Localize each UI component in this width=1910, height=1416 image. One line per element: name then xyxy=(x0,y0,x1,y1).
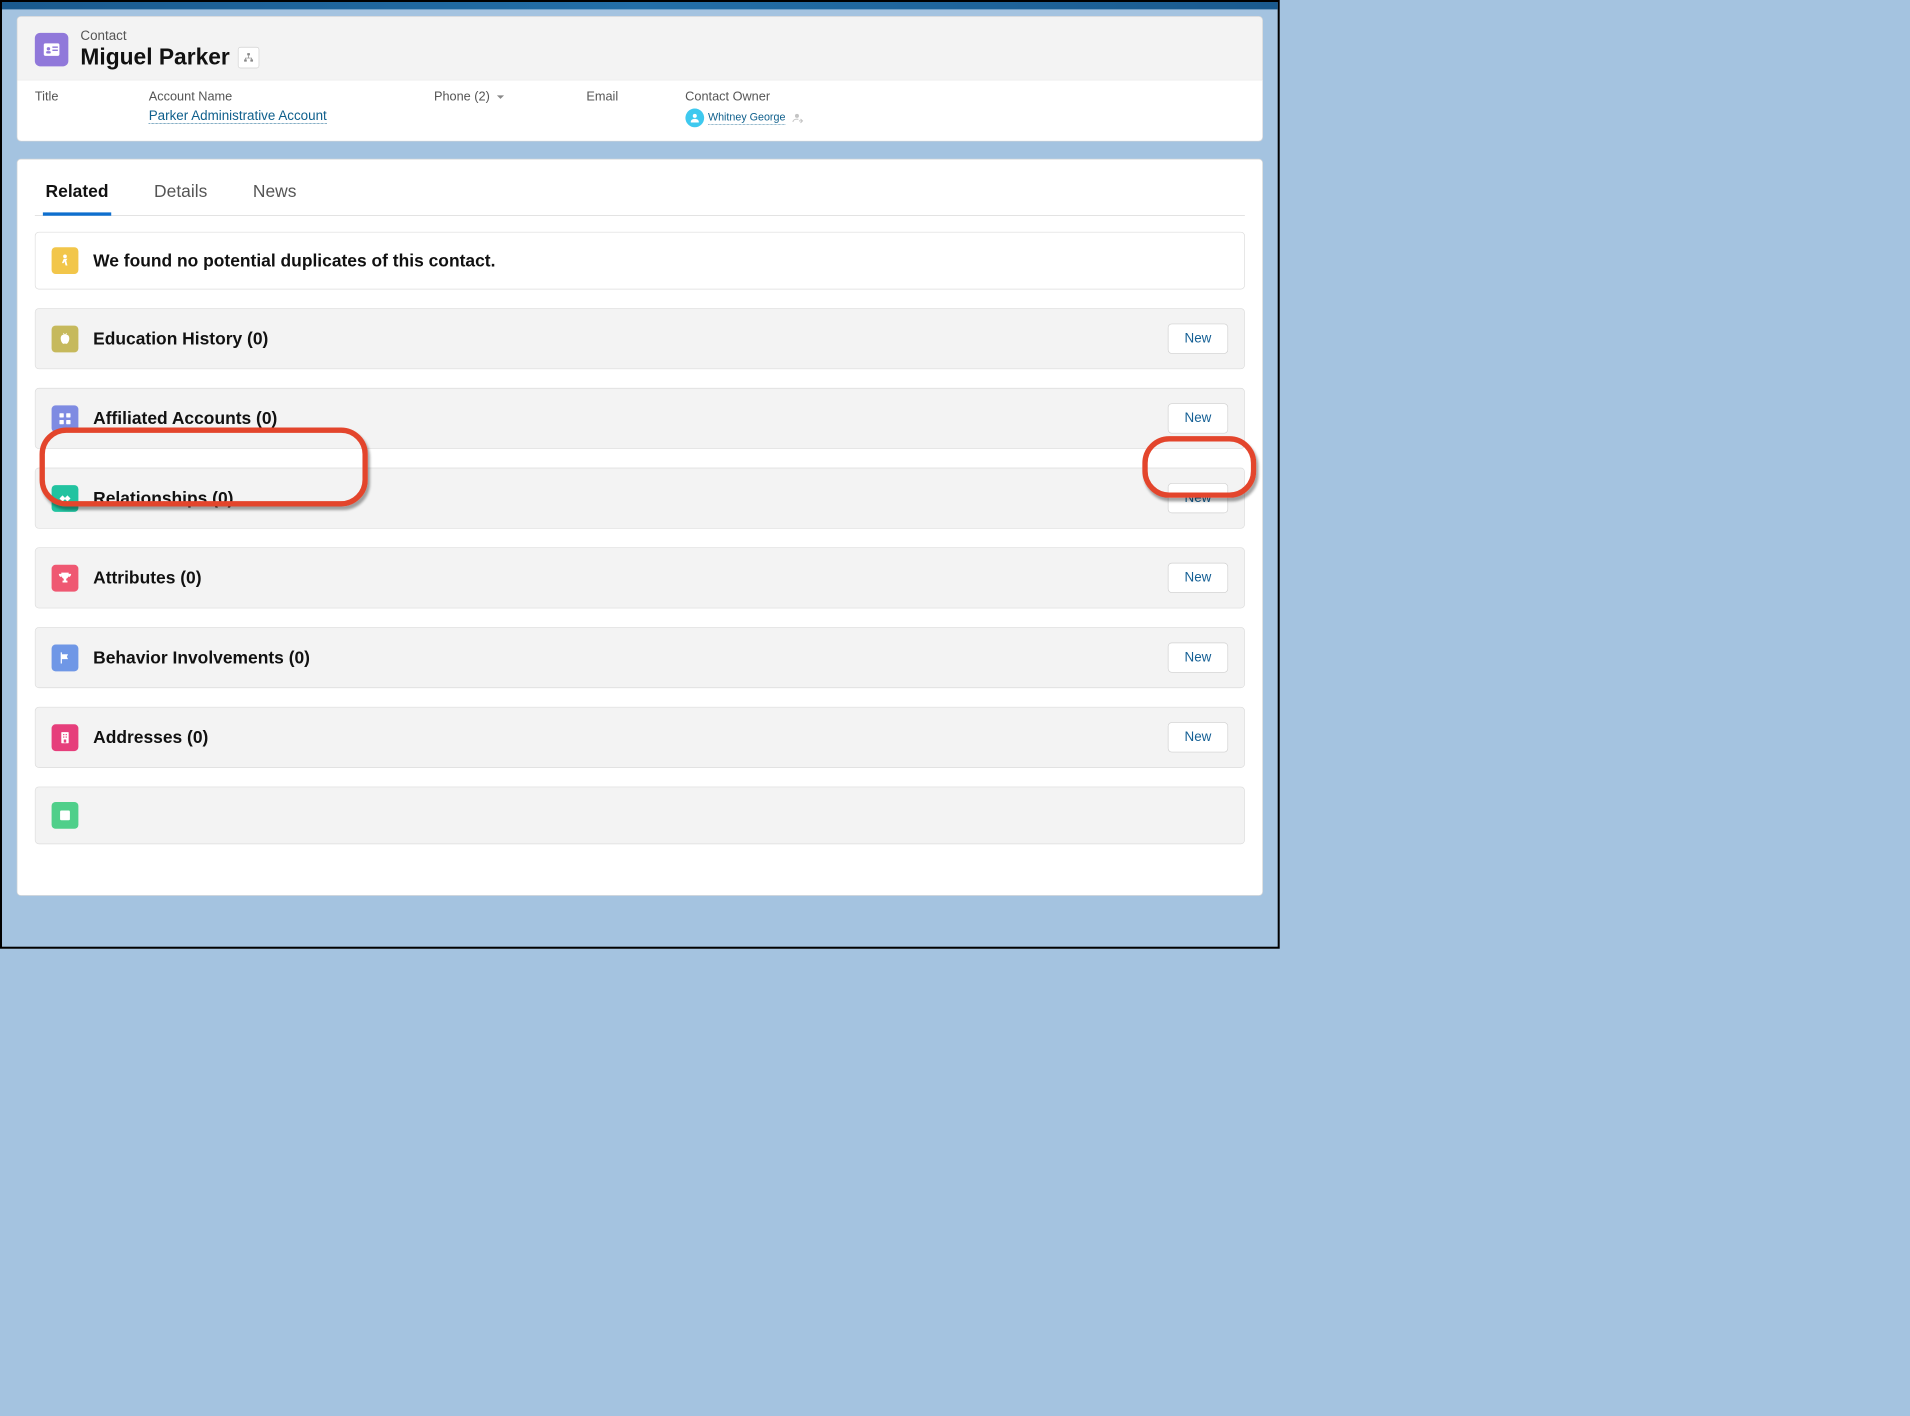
record-header: Contact Miguel Parker Title Account Name… xyxy=(17,16,1263,141)
addresses-title[interactable]: Addresses (0) xyxy=(93,727,208,748)
new-addresses-button[interactable]: New xyxy=(1168,722,1228,752)
new-attributes-button[interactable]: New xyxy=(1168,563,1228,593)
building-icon xyxy=(52,724,79,751)
new-education-button[interactable]: New xyxy=(1168,324,1228,354)
owner-link[interactable]: Whitney George xyxy=(708,112,785,125)
trophy-icon xyxy=(52,564,79,591)
field-label-account: Account Name xyxy=(149,90,327,105)
owner-avatar-icon xyxy=(685,109,704,128)
card-behavior: Behavior Involvements (0) New xyxy=(35,627,1245,688)
behavior-title[interactable]: Behavior Involvements (0) xyxy=(93,647,310,668)
new-relationships-button[interactable]: New xyxy=(1168,483,1228,513)
main-card: Related Details News We found no potenti… xyxy=(17,159,1263,896)
card-affiliated-accounts: Affiliated Accounts (0) New xyxy=(35,388,1245,449)
tab-news[interactable]: News xyxy=(250,173,299,215)
new-behavior-button[interactable]: New xyxy=(1168,643,1228,673)
account-link[interactable]: Parker Administrative Account xyxy=(149,109,327,124)
tab-related[interactable]: Related xyxy=(43,173,111,216)
card-partial xyxy=(35,787,1245,845)
tabs: Related Details News xyxy=(35,173,1245,216)
list-icon-partial xyxy=(52,802,79,829)
new-affiliated-button[interactable]: New xyxy=(1168,403,1228,433)
window-top-bar xyxy=(2,2,1278,9)
object-label: Contact xyxy=(80,29,259,44)
hierarchy-button[interactable] xyxy=(238,47,259,68)
change-owner-icon[interactable] xyxy=(792,112,804,124)
field-label-title: Title xyxy=(35,90,95,105)
relationships-title[interactable]: Relationships (0) xyxy=(93,488,233,509)
duplicates-text: We found no potential duplicates of this… xyxy=(93,250,495,271)
chevron-down-icon xyxy=(495,93,506,101)
affiliated-title[interactable]: Affiliated Accounts (0) xyxy=(93,408,277,429)
handshake-icon xyxy=(52,485,79,512)
field-label-owner: Contact Owner xyxy=(685,90,804,105)
card-relationships: Relationships (0) New xyxy=(35,468,1245,529)
contact-icon xyxy=(35,33,69,67)
flag-icon xyxy=(52,644,79,671)
card-attributes: Attributes (0) New xyxy=(35,547,1245,608)
phone-dropdown[interactable]: Phone (2) xyxy=(434,90,506,105)
apple-icon xyxy=(52,325,79,352)
card-education-history: Education History (0) New xyxy=(35,308,1245,369)
attributes-title[interactable]: Attributes (0) xyxy=(93,567,201,588)
education-title[interactable]: Education History (0) xyxy=(93,328,268,349)
contact-name: Miguel Parker xyxy=(80,44,229,70)
tab-details[interactable]: Details xyxy=(151,173,210,215)
grid-icon xyxy=(52,405,79,432)
duplicates-card: We found no potential duplicates of this… xyxy=(35,232,1245,290)
field-label-email: Email xyxy=(586,90,618,105)
card-addresses: Addresses (0) New xyxy=(35,707,1245,768)
person-walk-icon xyxy=(52,247,79,274)
field-label-phone: Phone (2) xyxy=(434,90,490,105)
